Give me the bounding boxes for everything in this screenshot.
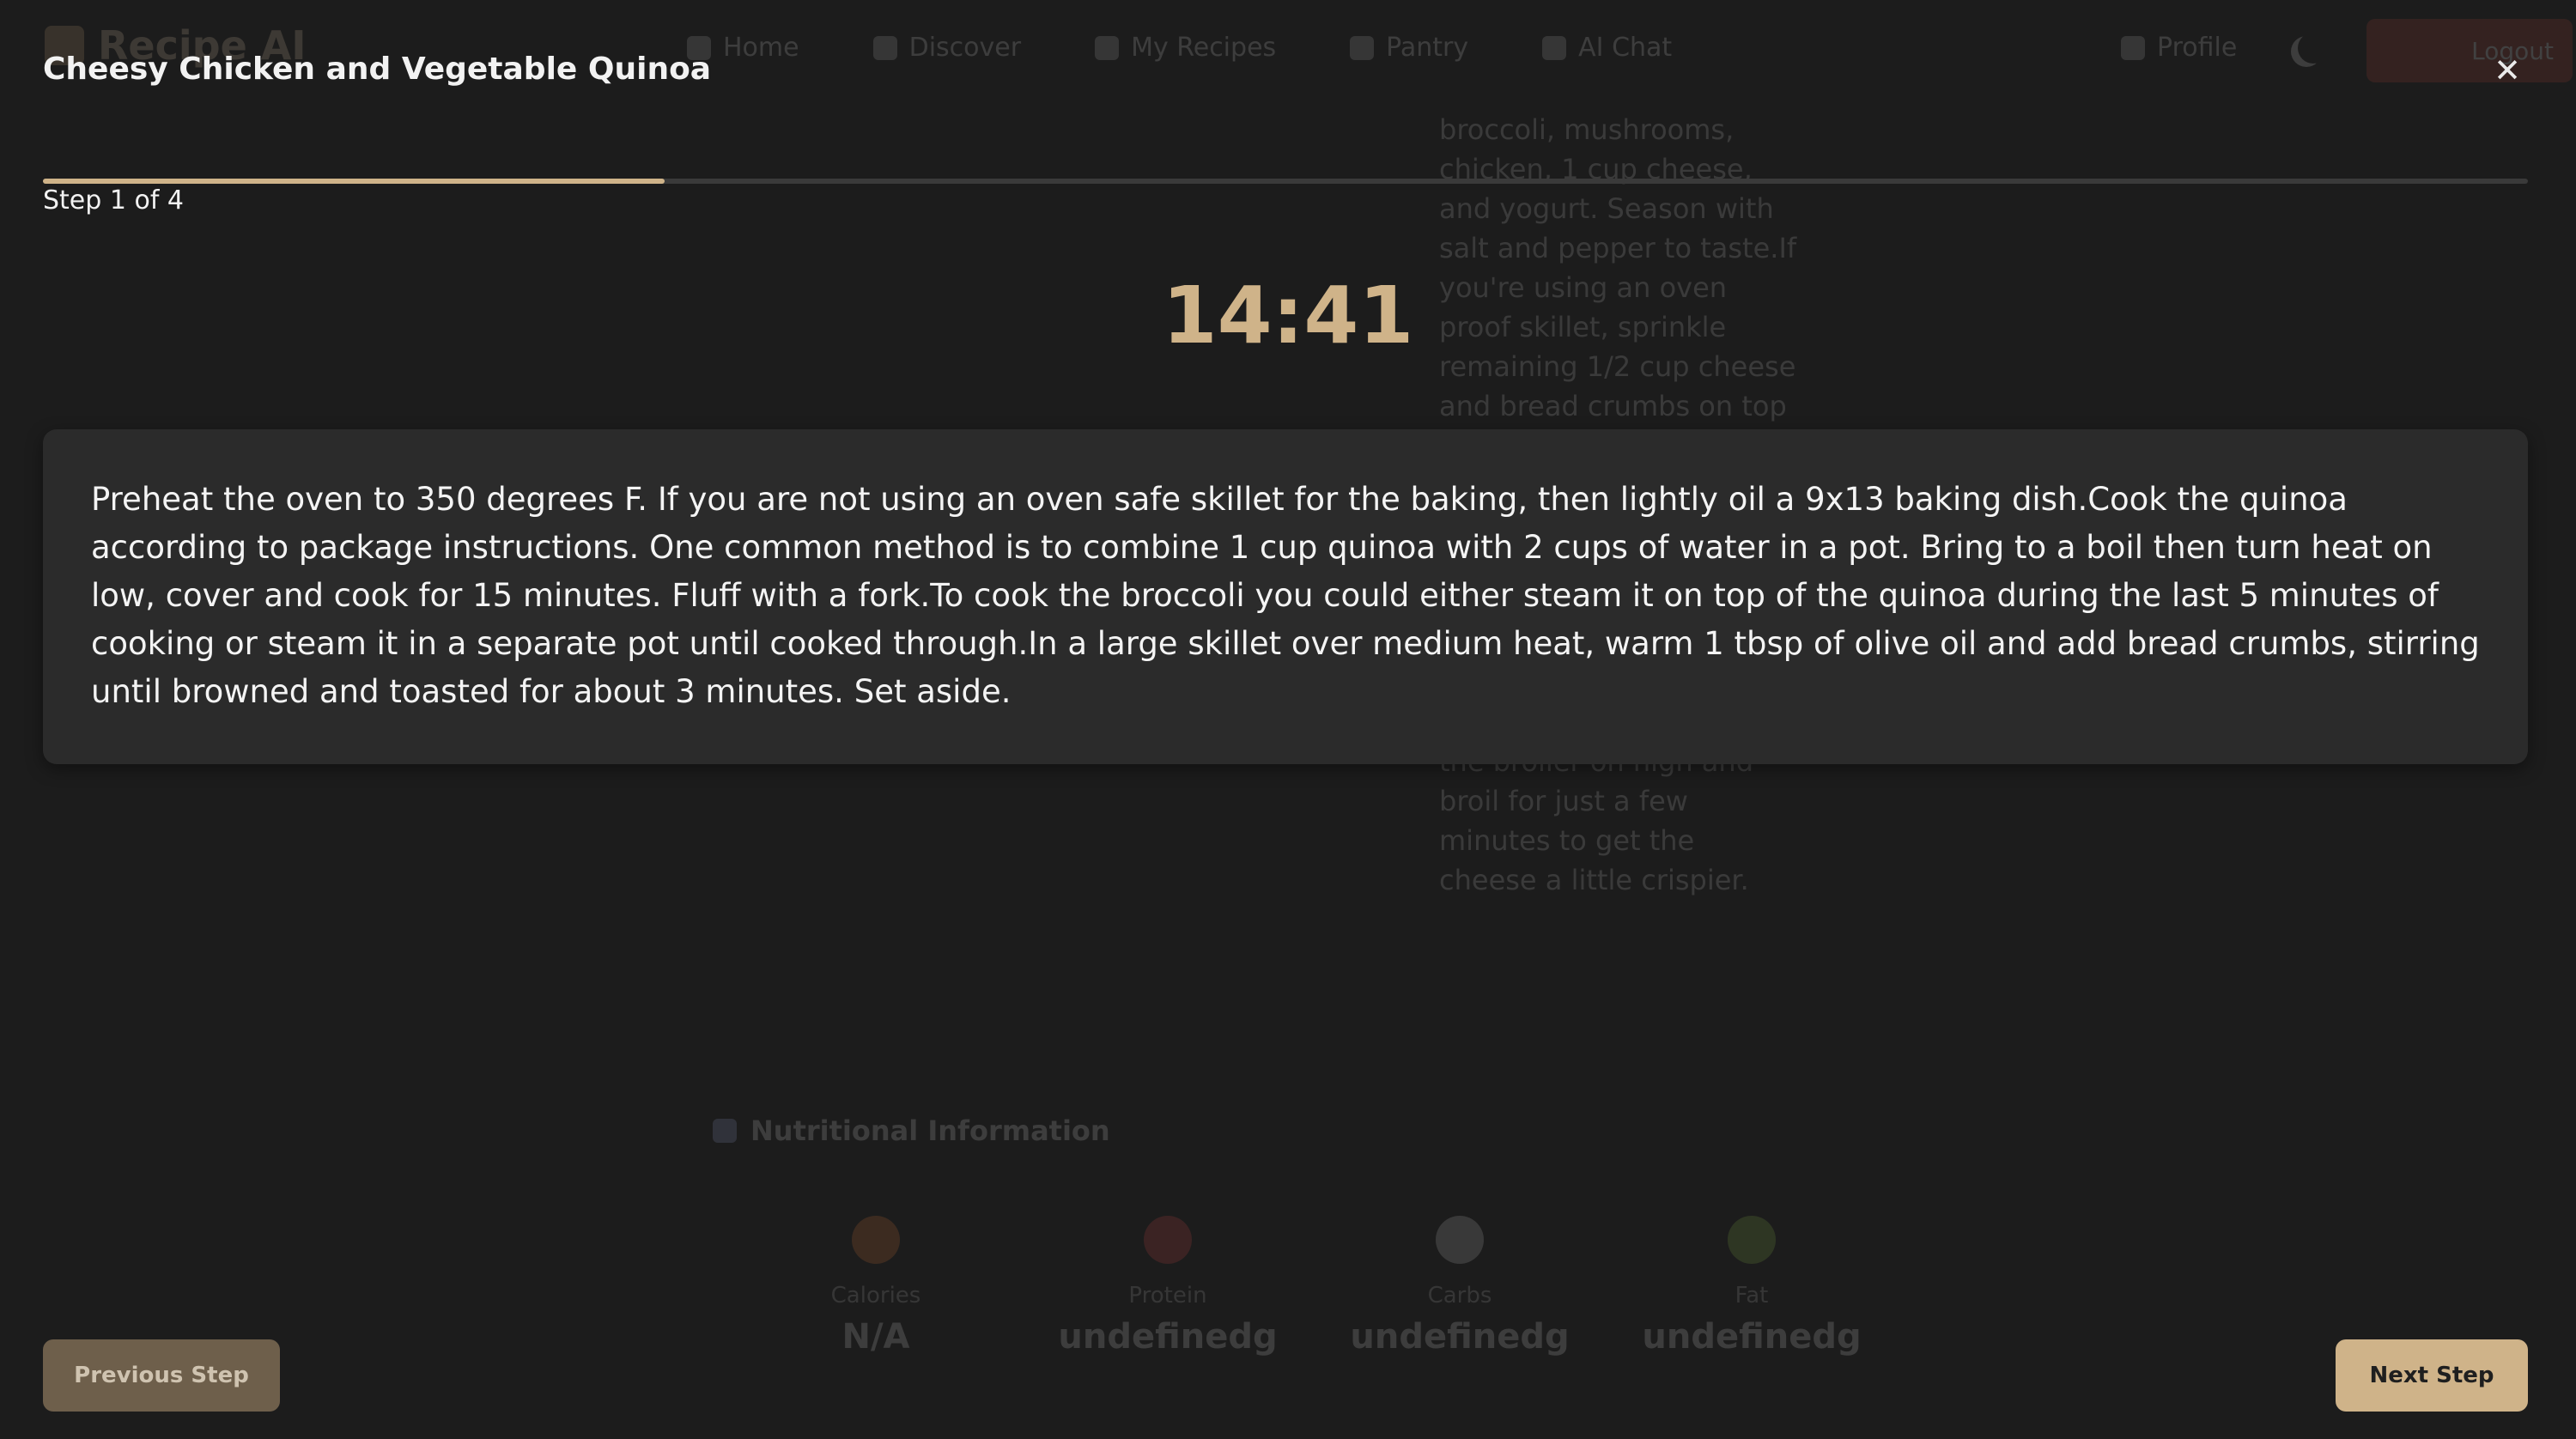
step-progress-fill	[43, 179, 665, 184]
previous-step-button[interactable]: Previous Step	[43, 1339, 280, 1412]
step-instruction-card: Preheat the oven to 350 degrees F. If yo…	[43, 429, 2528, 764]
cooking-mode-overlay: Cheesy Chicken and Vegetable Quinoa ✕ St…	[0, 0, 2576, 1439]
step-timer: 14:41	[1162, 270, 1414, 361]
step-counter: Step 1 of 4	[43, 185, 185, 216]
next-step-button[interactable]: Next Step	[2336, 1339, 2528, 1412]
close-icon: ✕	[2494, 52, 2521, 89]
step-instruction-text: Preheat the oven to 350 degrees F. If yo…	[91, 481, 2480, 710]
close-button[interactable]: ✕	[2487, 50, 2528, 91]
step-progress-bar	[43, 179, 2528, 184]
recipe-title: Cheesy Chicken and Vegetable Quinoa	[43, 52, 712, 87]
